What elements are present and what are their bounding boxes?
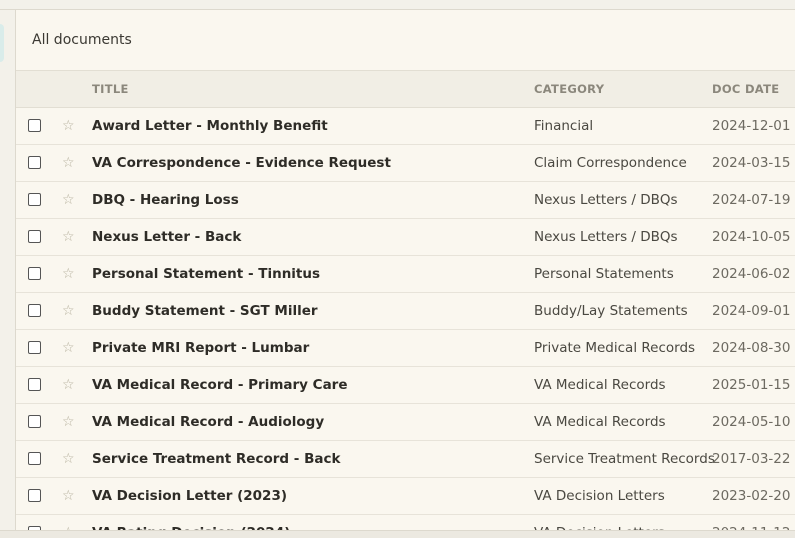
document-title[interactable]: DBQ - Hearing Loss [92, 182, 239, 219]
star-icon[interactable]: ☆ [62, 108, 75, 145]
document-date: 2017-03-22 [712, 451, 791, 467]
left-nav [0, 10, 16, 538]
document-date: 2024-03-15 [712, 155, 791, 171]
document-date: 2023-02-20 [712, 488, 791, 504]
document-category: Buddy/Lay Statements [534, 303, 688, 319]
document-title[interactable]: Nexus Letter - Back [92, 219, 241, 256]
document-date: 2024-12-01 [712, 118, 791, 134]
document-title[interactable]: Buddy Statement - SGT Miller [92, 293, 318, 330]
document-category: Private Medical Records [534, 340, 696, 356]
document-title[interactable]: VA Medical Record - Audiology [92, 404, 324, 441]
star-icon[interactable]: ☆ [62, 441, 75, 478]
document-category: Personal Statements [534, 266, 674, 282]
table-row[interactable]: ☆ Buddy Statement - SGT Miller Buddy/Lay… [16, 293, 795, 330]
document-category: Nexus Letters / DBQs [534, 192, 678, 208]
star-icon[interactable]: ☆ [62, 293, 75, 330]
document-title[interactable]: Private MRI Report - Lumbar [92, 330, 309, 367]
row-checkbox[interactable] [28, 489, 41, 502]
bottom-bar [0, 530, 795, 538]
table-row[interactable]: ☆ Award Letter - Monthly Benefit Financi… [16, 108, 795, 145]
star-icon[interactable]: ☆ [62, 478, 75, 515]
top-bar [0, 0, 795, 10]
row-checkbox[interactable] [28, 230, 41, 243]
star-icon[interactable]: ☆ [62, 182, 75, 219]
row-checkbox[interactable] [28, 415, 41, 428]
row-checkbox[interactable] [28, 193, 41, 206]
star-icon[interactable]: ☆ [62, 404, 75, 441]
table-row[interactable]: ☆ Service Treatment Record - Back Servic… [16, 441, 795, 478]
document-date: 2025-01-15 [712, 377, 791, 393]
document-title[interactable]: VA Correspondence - Evidence Request [92, 145, 391, 182]
star-icon[interactable]: ☆ [62, 367, 75, 404]
star-icon[interactable]: ☆ [62, 330, 75, 367]
document-category: VA Decision Letters [534, 488, 665, 504]
table-row[interactable]: ☆ VA Decision Letter (2023) VA Decision … [16, 478, 795, 515]
table-row[interactable]: ☆ DBQ - Hearing Loss Nexus Letters / DBQ… [16, 182, 795, 219]
row-checkbox[interactable] [28, 156, 41, 169]
table-row[interactable]: ☆ Private MRI Report - Lumbar Private Me… [16, 330, 795, 367]
panel-title: All documents [32, 32, 132, 48]
document-category: Service Treatment Records [534, 451, 715, 467]
table-row[interactable]: ☆ VA Medical Record - Primary Care VA Me… [16, 367, 795, 404]
document-category: VA Medical Records [534, 377, 666, 393]
document-date: 2024-09-01 [712, 303, 791, 319]
document-date: 2024-06-02 [712, 266, 791, 282]
document-title[interactable]: Personal Statement - Tinnitus [92, 256, 320, 293]
document-date: 2024-08-30 [712, 340, 791, 356]
column-header-title[interactable]: TITLE [92, 71, 129, 108]
document-category: Claim Correspondence [534, 155, 687, 171]
document-date: 2024-07-19 [712, 192, 791, 208]
row-checkbox[interactable] [28, 304, 41, 317]
table-row[interactable]: ☆ Personal Statement - Tinnitus Personal… [16, 256, 795, 293]
row-checkbox[interactable] [28, 341, 41, 354]
document-category: Nexus Letters / DBQs [534, 229, 678, 245]
star-icon[interactable]: ☆ [62, 256, 75, 293]
column-header-doc-date[interactable]: DOC DATE [712, 71, 779, 108]
table-row[interactable]: ☆ VA Medical Record - Audiology VA Medic… [16, 404, 795, 441]
nav-active-indicator[interactable] [0, 24, 4, 62]
document-title[interactable]: VA Decision Letter (2023) [92, 478, 287, 515]
document-title[interactable]: Award Letter - Monthly Benefit [92, 108, 328, 145]
row-checkbox[interactable] [28, 452, 41, 465]
table-row[interactable]: ☆ Nexus Letter - Back Nexus Letters / DB… [16, 219, 795, 256]
document-category: VA Medical Records [534, 414, 666, 430]
panel-header: All documents [16, 10, 795, 71]
document-date: 2024-05-10 [712, 414, 791, 430]
table-row[interactable]: ☆ VA Correspondence - Evidence Request C… [16, 145, 795, 182]
star-icon[interactable]: ☆ [62, 219, 75, 256]
document-date: 2024-10-05 [712, 229, 791, 245]
documents-panel: All documents TITLE CATEGORY DOC DATE ☆ … [16, 10, 795, 538]
row-checkbox[interactable] [28, 119, 41, 132]
table-header: TITLE CATEGORY DOC DATE [16, 71, 795, 108]
row-checkbox[interactable] [28, 378, 41, 391]
document-category: Financial [534, 118, 594, 134]
column-header-category[interactable]: CATEGORY [534, 71, 604, 108]
row-checkbox[interactable] [28, 267, 41, 280]
document-title[interactable]: VA Medical Record - Primary Care [92, 367, 348, 404]
document-title[interactable]: Service Treatment Record - Back [92, 441, 340, 478]
star-icon[interactable]: ☆ [62, 145, 75, 182]
document-list: ☆ Award Letter - Monthly Benefit Financi… [16, 108, 795, 538]
